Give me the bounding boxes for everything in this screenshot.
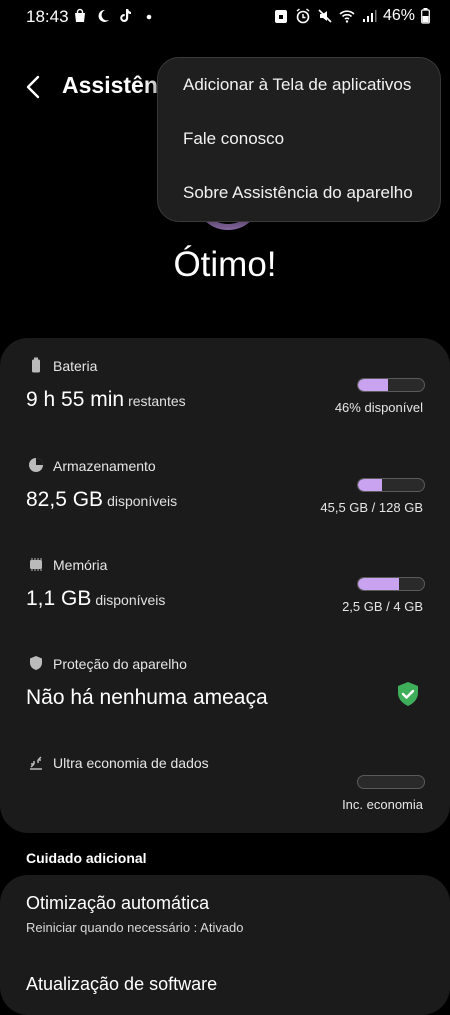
shopping-bag-icon bbox=[75, 8, 85, 22]
memory-value: 1,1 GB disponíveis bbox=[26, 587, 165, 611]
additional-card: Otimização automática Reiniciar quando n… bbox=[0, 875, 450, 1015]
battery-caption: 46% disponível bbox=[334, 400, 423, 415]
memory-row[interactable]: Memória 1,1 GB disponíveis 2,5 GB / 4 GB bbox=[0, 537, 450, 633]
protection-value: Não há nenhuma ameaça bbox=[26, 686, 268, 709]
shield-icon bbox=[30, 656, 42, 670]
data-saver-label: Ultra economia de dados bbox=[53, 755, 209, 771]
protection-label: Proteção do aparelho bbox=[53, 656, 187, 672]
data-saver-row[interactable]: Ultra economia de dados Inc. economia bbox=[0, 735, 450, 831]
battery-icon bbox=[421, 8, 430, 24]
memory-chip-icon bbox=[30, 558, 42, 571]
moon-icon bbox=[98, 9, 109, 22]
battery-percent: 46% bbox=[382, 7, 415, 24]
battery-suffix: restantes bbox=[128, 393, 186, 409]
section-heading: Cuidado adicional bbox=[26, 850, 147, 866]
battery-bar bbox=[357, 378, 425, 392]
storage-label: Armazenamento bbox=[53, 458, 156, 474]
storage-suffix: disponíveis bbox=[107, 493, 178, 509]
system-icons: 46% bbox=[273, 7, 430, 25]
memory-caption: 2,5 GB / 4 GB bbox=[342, 599, 423, 614]
auto-optimization-title: Otimização automática bbox=[26, 893, 210, 913]
menu-item-add-to-apps[interactable]: Adicionar à Tela de aplicativos bbox=[183, 75, 411, 95]
lock-icon bbox=[274, 10, 287, 23]
status-bar: 18:43 46% bbox=[0, 0, 450, 34]
status-card: Bateria 9 h 55 min restantes 46% disponív… bbox=[0, 338, 450, 833]
signal-icon bbox=[362, 10, 377, 22]
storage-amount: 82,5 GB bbox=[26, 488, 104, 511]
dot-icon bbox=[146, 14, 152, 20]
storage-bar bbox=[357, 478, 425, 492]
device-status-text: Ótimo! bbox=[173, 245, 277, 284]
memory-label: Memória bbox=[53, 557, 108, 573]
memory-suffix: disponíveis bbox=[95, 592, 166, 608]
status-time: 18:43 bbox=[26, 7, 69, 26]
battery-icon bbox=[32, 357, 40, 373]
overflow-menu: Adicionar à Tela de aplicativos Fale con… bbox=[157, 57, 441, 222]
battery-label: Bateria bbox=[53, 358, 98, 374]
memory-amount: 1,1 GB bbox=[26, 587, 92, 610]
storage-bar-fill bbox=[358, 479, 382, 491]
data-saver-bar bbox=[357, 775, 425, 789]
page-title: Assistência do aparelho bbox=[62, 72, 157, 98]
tiktok-icon bbox=[120, 9, 131, 22]
data-saver-icon bbox=[30, 756, 42, 770]
data-saver-caption[interactable]: Inc. economia bbox=[342, 797, 423, 812]
mute-icon bbox=[318, 9, 332, 23]
storage-row[interactable]: Armazenamento 82,5 GB disponíveis 45,5 GB… bbox=[0, 438, 450, 534]
storage-pie-icon bbox=[29, 458, 43, 472]
alarm-icon bbox=[296, 8, 310, 24]
auto-optimization-subtitle: Reiniciar quando necessário : Ativado bbox=[26, 920, 244, 935]
battery-bar-fill bbox=[358, 379, 389, 391]
notification-icons bbox=[72, 8, 157, 24]
battery-row[interactable]: Bateria 9 h 55 min restantes 46% disponív… bbox=[0, 338, 450, 434]
back-icon[interactable] bbox=[22, 73, 46, 101]
battery-value: 9 h 55 min restantes bbox=[26, 388, 186, 412]
storage-caption: 45,5 GB / 128 GB bbox=[320, 500, 423, 515]
storage-value: 82,5 GB disponíveis bbox=[26, 488, 177, 512]
software-update-title: Atualização de software bbox=[26, 974, 218, 994]
wifi-icon bbox=[339, 10, 355, 23]
menu-item-contact-us[interactable]: Fale conosco bbox=[183, 129, 284, 149]
shield-check-icon bbox=[398, 682, 418, 706]
menu-item-about[interactable]: Sobre Assistência do aparelho bbox=[183, 183, 413, 203]
memory-bar bbox=[357, 577, 425, 591]
protection-row[interactable]: Proteção do aparelho Não há nenhuma amea… bbox=[0, 636, 450, 732]
battery-time: 9 h 55 min bbox=[26, 388, 125, 411]
memory-bar-fill bbox=[358, 578, 399, 590]
